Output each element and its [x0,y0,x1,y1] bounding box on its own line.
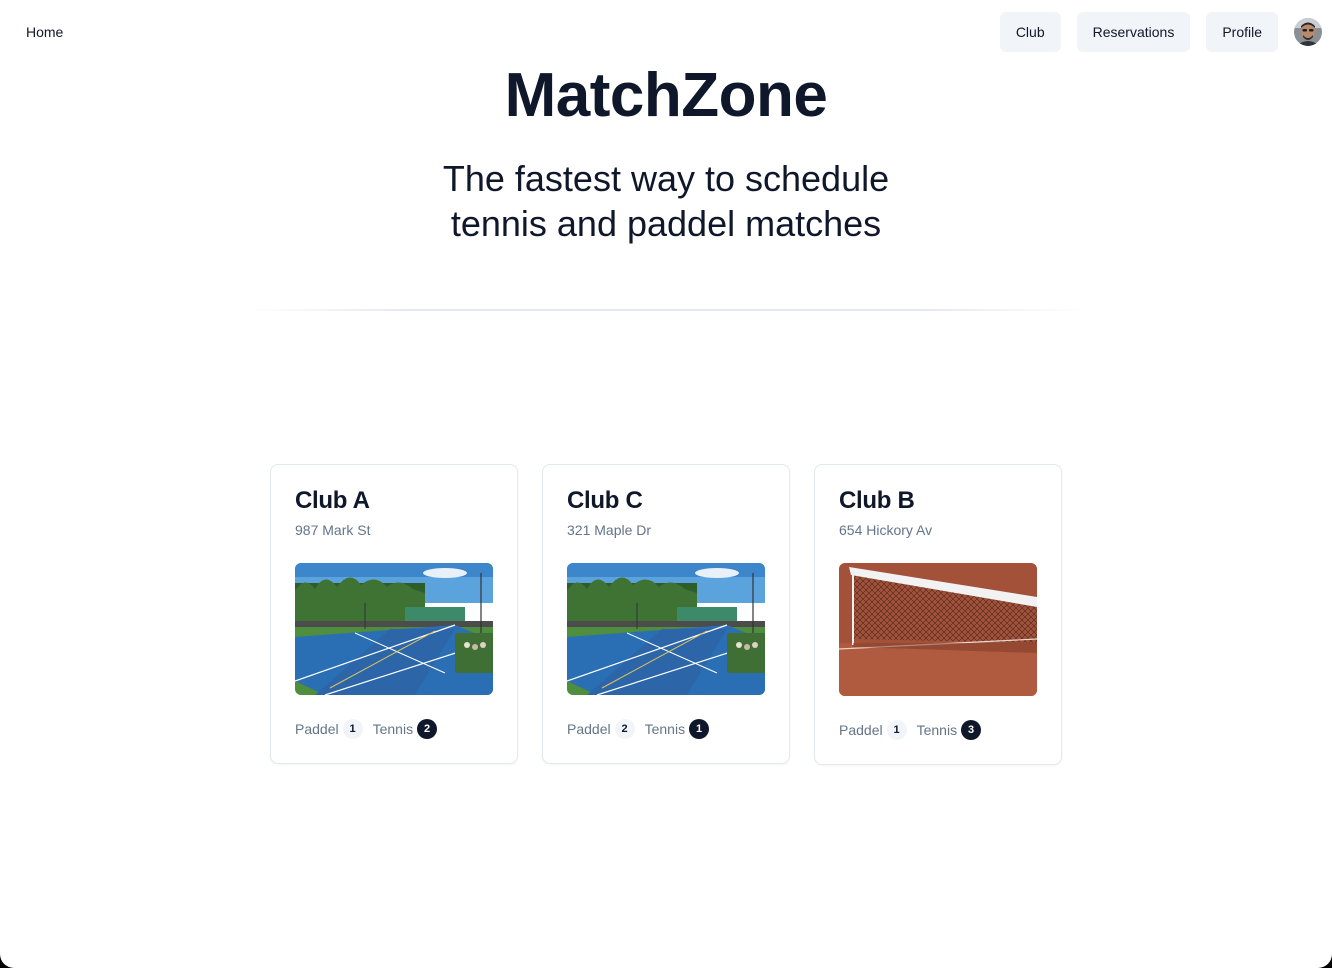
divider [246,309,1086,311]
tennis-courts-photo [295,563,493,695]
club-card[interactable]: Club B 654 Hickory Av Paddel 1 Tennis 3 [814,464,1062,765]
club-card[interactable]: Club A 987 Mark St Paddel 1 Tennis 2 [270,464,518,764]
sport-label: Paddel [295,721,339,737]
sport-paddel: Paddel 1 [295,719,363,739]
nav-right: Club Reservations Profile [999,12,1322,52]
court-count-badge: 1 [342,719,363,739]
avatar[interactable] [1294,18,1322,46]
hero-subtitle-line-1: The fastest way to schedule [442,158,890,199]
nav-profile-button[interactable]: Profile [1206,12,1278,52]
hero-subtitle-line-2: tennis and paddel matches [450,203,882,244]
club-address: 321 Maple Dr [567,522,652,538]
sports-list: Paddel 1 Tennis 2 [295,719,447,739]
sport-paddel: Paddel 1 [839,720,907,740]
sport-tennis: Tennis 2 [372,719,438,739]
club-card[interactable]: Club C 321 Maple Dr Paddel 2 Tennis 1 [542,464,790,764]
tennis-courts-photo [567,563,765,695]
sport-label: Tennis [372,721,414,737]
sport-label: Tennis [916,722,958,738]
page-title: MatchZone [504,61,828,130]
court-count-badge: 1 [689,719,710,739]
nav-club-button[interactable]: Club [999,12,1061,52]
sport-label: Tennis [644,721,686,737]
nav-reservations-button[interactable]: Reservations [1076,12,1191,52]
court-count-badge: 2 [417,719,438,739]
club-name: Club B [839,487,915,514]
club-address: 654 Hickory Av [839,522,933,538]
court-count-badge: 1 [886,720,907,740]
page: Home Club Reservations Profile MatchZone… [0,0,1332,968]
nav-home-link[interactable]: Home [26,24,63,40]
sports-list: Paddel 1 Tennis 3 [839,720,991,740]
club-name: Club A [295,487,370,514]
sport-label: Paddel [839,722,883,738]
hero-subtitle: The fastest way to schedule tennis and p… [0,156,1332,246]
sport-label: Paddel [567,721,611,737]
sport-paddel: Paddel 2 [567,719,635,739]
sports-list: Paddel 2 Tennis 1 [567,719,719,739]
sport-tennis: Tennis 1 [644,719,710,739]
club-name: Club C [567,487,643,514]
sport-tennis: Tennis 3 [916,720,982,740]
court-count-badge: 2 [614,719,635,739]
club-address: 987 Mark St [295,522,371,538]
court-count-badge: 3 [961,720,982,740]
clay-court-net-photo [839,563,1037,696]
